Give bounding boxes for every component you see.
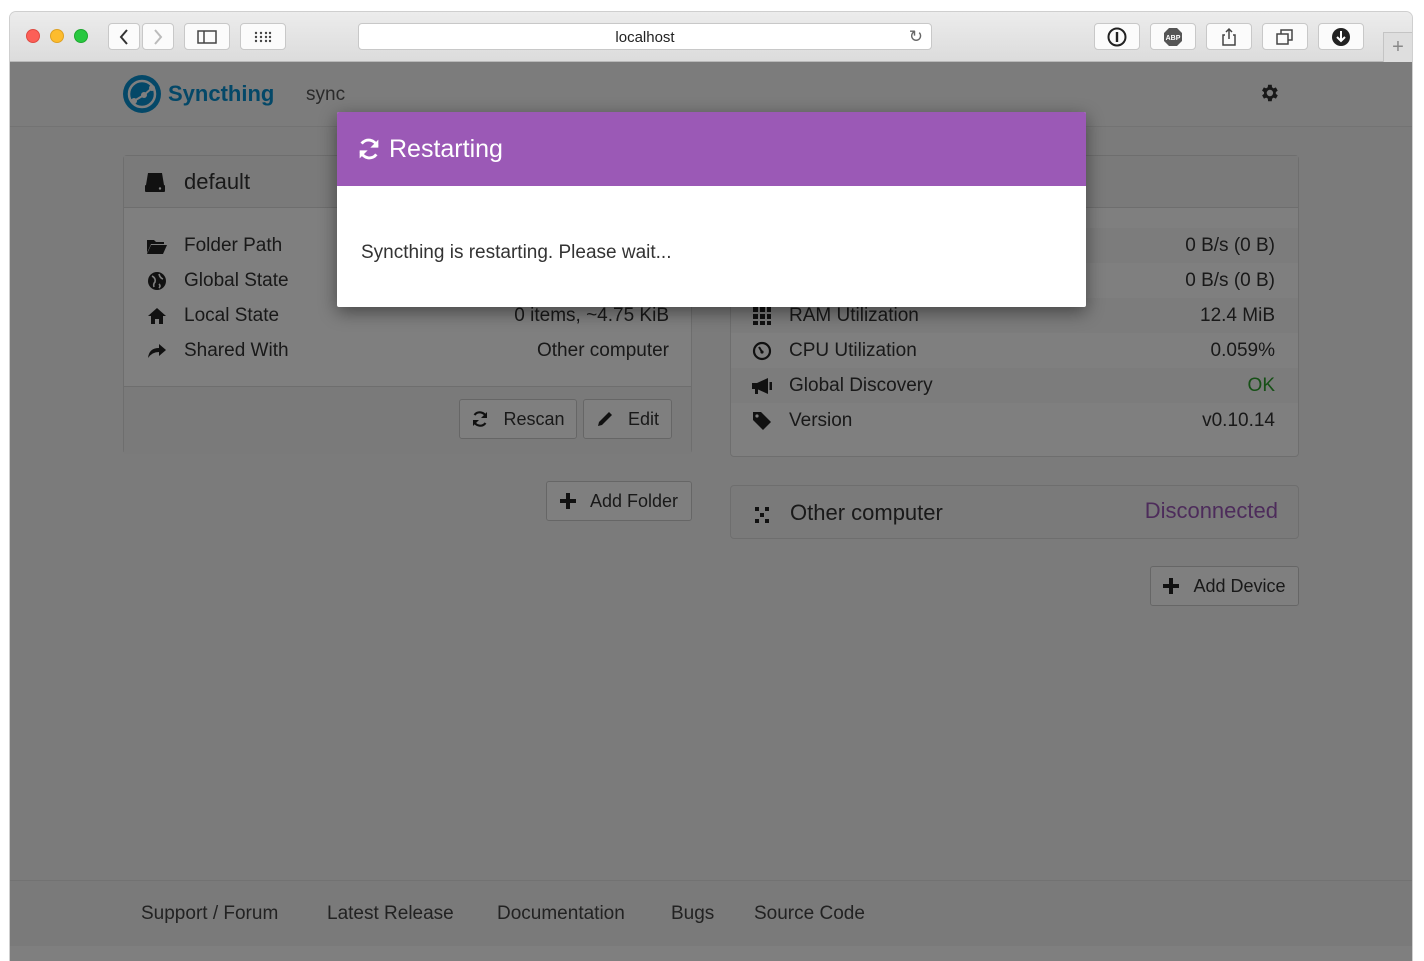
global-discovery-row: Global Discovery OK xyxy=(731,368,1298,403)
dashboard-icon xyxy=(751,341,773,361)
folder-open-icon xyxy=(146,236,168,256)
forward-button[interactable] xyxy=(142,23,174,50)
page-content: Syncthing sync default Folder Path Globa… xyxy=(10,62,1412,961)
chevron-right-icon xyxy=(154,28,163,45)
close-window-button[interactable] xyxy=(26,29,40,43)
row-value: v0.10.14 xyxy=(1202,409,1275,431)
folder-name: default xyxy=(184,168,251,194)
add-folder-label: Add Folder xyxy=(589,490,679,511)
restarting-modal: Restarting Syncthing is restarting. Plea… xyxy=(337,112,1086,307)
add-device-label: Add Device xyxy=(1193,575,1286,596)
footer-link-support[interactable]: Support / Forum xyxy=(141,903,278,925)
grid-icon xyxy=(254,31,272,42)
syncthing-logo-icon xyxy=(123,75,161,113)
plus-icon xyxy=(1163,578,1180,594)
device-hostname: sync xyxy=(306,84,346,105)
address-bar[interactable]: localhost ↻ xyxy=(358,23,932,50)
share-icon xyxy=(1222,27,1236,46)
share-button[interactable] xyxy=(1206,23,1252,50)
row-label: Global State xyxy=(184,269,289,291)
row-value: 12.4 MiB xyxy=(1200,304,1275,326)
row-label: Version xyxy=(789,409,853,431)
row-label: Folder Path xyxy=(184,234,283,256)
chevron-left-icon xyxy=(119,28,128,45)
row-label: Local State xyxy=(184,304,280,326)
row-value: Other computer xyxy=(537,339,669,361)
password-manager-icon xyxy=(1107,27,1127,46)
cpu-utilization-row: CPU Utilization 0.059% xyxy=(731,333,1298,368)
hdd-icon xyxy=(145,172,165,192)
bullhorn-icon xyxy=(751,376,773,396)
other-device-panel[interactable]: Other computer Disconnected xyxy=(730,485,1299,539)
brand-link[interactable]: Syncthing xyxy=(122,74,274,114)
device-status-badge: Disconnected xyxy=(1144,498,1278,523)
row-value: 0.059% xyxy=(1210,339,1275,361)
share-arrow-icon xyxy=(146,341,168,361)
url-text: localhost xyxy=(615,29,675,46)
footer-link-bugs[interactable]: Bugs xyxy=(671,903,714,925)
edit-label: Edit xyxy=(627,408,660,429)
th-grid-icon xyxy=(751,306,773,326)
footer: Support / Forum Latest Release Documenta… xyxy=(10,880,1412,946)
gear-icon[interactable] xyxy=(1258,82,1280,104)
plus-icon: + xyxy=(1392,36,1404,58)
other-device-name: Other computer xyxy=(790,500,943,525)
adblock-icon: ABP xyxy=(1164,27,1182,46)
svg-text:ABP: ABP xyxy=(1166,35,1181,42)
row-label: RAM Utilization xyxy=(789,304,919,326)
reload-icon[interactable]: ↻ xyxy=(909,27,923,47)
pencil-icon xyxy=(597,412,612,426)
edit-button[interactable]: Edit xyxy=(583,399,672,439)
add-device-button[interactable]: Add Device xyxy=(1150,566,1299,606)
tag-icon xyxy=(751,411,773,431)
discovery-status: OK xyxy=(1247,374,1275,396)
disconnected-icon xyxy=(755,507,769,523)
modal-body-text: Syncthing is restarting. Please wait... xyxy=(361,242,672,263)
top-sites-button[interactable] xyxy=(240,23,286,50)
rescan-label: Rescan xyxy=(503,408,565,429)
downloads-button[interactable] xyxy=(1318,23,1364,50)
browser-toolbar: localhost ↻ ABP + xyxy=(10,12,1412,62)
sidebar-icon xyxy=(197,29,217,44)
add-folder-button[interactable]: Add Folder xyxy=(546,481,692,521)
tabs-overview-button[interactable] xyxy=(1262,23,1308,50)
modal-header: Restarting xyxy=(337,112,1086,186)
plus-icon xyxy=(559,493,576,509)
footer-link-latest-release[interactable]: Latest Release xyxy=(327,903,454,925)
page-bottom xyxy=(10,946,1412,961)
minimize-window-button[interactable] xyxy=(50,29,64,43)
row-label: CPU Utilization xyxy=(789,339,917,361)
globe-icon xyxy=(146,271,168,291)
row-label: Global Discovery xyxy=(789,374,933,396)
sidebar-toggle-button[interactable] xyxy=(184,23,230,50)
row-label: Shared With xyxy=(184,339,289,361)
footer-link-source-code[interactable]: Source Code xyxy=(754,903,865,925)
refresh-icon xyxy=(473,411,488,427)
modal-title: Restarting xyxy=(389,134,503,163)
footer-link-documentation[interactable]: Documentation xyxy=(497,903,625,925)
adblock-button[interactable]: ABP xyxy=(1150,23,1196,50)
row-value: 0 B/s (0 B) xyxy=(1185,269,1275,291)
brand-name: Syncthing xyxy=(168,81,275,106)
zoom-window-button[interactable] xyxy=(74,29,88,43)
home-icon xyxy=(146,306,168,326)
refresh-icon xyxy=(359,138,379,160)
password-manager-button[interactable] xyxy=(1094,23,1140,50)
browser-window: localhost ↻ ABP + Syncthing sync default… xyxy=(10,12,1412,961)
rescan-button[interactable]: Rescan xyxy=(459,399,577,439)
version-row: Version v0.10.14 xyxy=(731,403,1298,438)
tabs-icon xyxy=(1276,28,1293,45)
shared-with-row: Shared With Other computer xyxy=(124,333,691,368)
new-tab-button[interactable]: + xyxy=(1383,32,1412,62)
row-value: 0 items, ~4.75 KiB xyxy=(514,304,669,326)
back-button[interactable] xyxy=(108,23,140,50)
row-value: 0 B/s (0 B) xyxy=(1185,234,1275,256)
download-icon xyxy=(1332,27,1350,46)
